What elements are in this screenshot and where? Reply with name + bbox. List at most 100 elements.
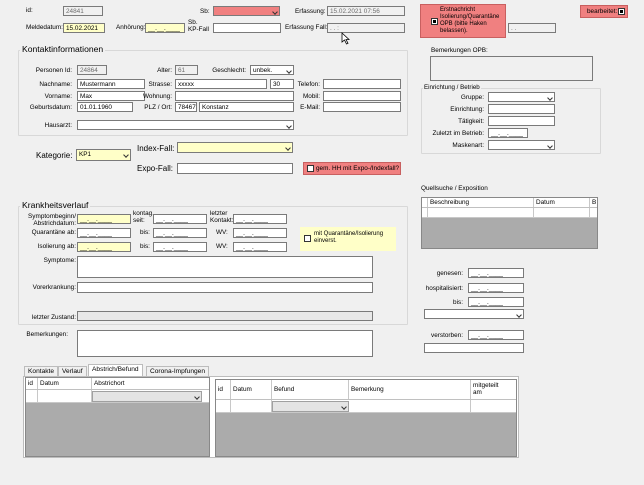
- column-header-datum[interactable]: Datum: [534, 198, 590, 207]
- letzter-zustand-field: [77, 311, 373, 321]
- mobil-field[interactable]: [323, 91, 401, 101]
- isolierung-bis-field[interactable]: __.__.____: [153, 242, 207, 252]
- quellsuche-header: Beschreibung Datum B: [422, 198, 597, 208]
- quarantaene-wv-field[interactable]: __.__.____: [233, 228, 287, 238]
- email-field[interactable]: [323, 102, 401, 112]
- genesen-field[interactable]: __.__.____: [468, 268, 524, 278]
- id-label: id:: [26, 7, 33, 14]
- kontaktinformationen-title: Kontaktinformationen: [20, 44, 106, 54]
- column-header-bemerkung[interactable]: Bemerkung: [349, 380, 471, 399]
- hospitalisiert-bis-field[interactable]: __.__.____: [468, 297, 524, 307]
- symptome-label: Symptome:: [43, 257, 76, 264]
- mit-quarantaene-checkbox[interactable]: [304, 235, 311, 242]
- isolierung-ab-field[interactable]: __.__.____: [77, 242, 131, 252]
- isolierung-bis-label: bis:: [140, 243, 150, 250]
- nachname-field[interactable]: Mustermann: [77, 79, 145, 89]
- symptombeginn-label: Symptombeginn/ Abstrichdatum:: [28, 213, 76, 227]
- erfassung-label: Erfassung:: [295, 8, 326, 15]
- isolierung-wv-field[interactable]: __.__.____: [233, 242, 287, 252]
- wohnung-field[interactable]: [175, 91, 294, 101]
- erstnachricht-checkbox[interactable]: [431, 18, 438, 25]
- bearbeitet-checkbox[interactable]: [618, 8, 625, 15]
- hospitalisiert-field[interactable]: __.__.____: [468, 283, 524, 293]
- index-fall-label: Index-Fall:: [137, 144, 175, 153]
- ort-field[interactable]: Konstanz: [199, 102, 294, 112]
- bemerkungen-opb-field[interactable]: [430, 56, 593, 81]
- sb-select[interactable]: [213, 6, 280, 16]
- verstorben-field[interactable]: __.__.____: [468, 330, 524, 340]
- index-fall-select[interactable]: [177, 142, 293, 153]
- geburtsdatum-field[interactable]: 01.01.1960: [77, 102, 133, 112]
- taetigkeit-field[interactable]: [488, 116, 555, 126]
- quarantaene-bis-field[interactable]: __.__.____: [153, 228, 207, 238]
- anhoerung-label: Anhörung:: [116, 24, 146, 31]
- abstrich-header: id Datum Abstrichort: [26, 378, 209, 390]
- krankheitsverlauf-title: Krankheitsverlauf: [20, 200, 91, 210]
- column-header-beschreibung[interactable]: Beschreibung: [428, 198, 534, 207]
- symptombeginn-field[interactable]: __.__.____: [77, 214, 131, 224]
- quarantaene-ab-field[interactable]: __.__.____: [77, 228, 131, 238]
- sb-kp-fall-field[interactable]: [213, 23, 281, 33]
- abstrich-table[interactable]: id Datum Abstrichort: [25, 377, 210, 457]
- sb-label: Sb:: [200, 8, 210, 15]
- befund-table[interactable]: id Datum Befund Bemerkung mitgeteilt am: [215, 379, 517, 457]
- table-row[interactable]: [216, 400, 516, 413]
- zuletzt-im-betrieb-label: Zuletzt im Betrieb:: [432, 130, 485, 137]
- bemerkungen-field[interactable]: [77, 330, 373, 357]
- zuletzt-im-betrieb-field[interactable]: __.__.____: [488, 128, 528, 138]
- table-row[interactable]: [422, 208, 597, 218]
- telefon-field[interactable]: [323, 79, 401, 89]
- table-row[interactable]: [26, 390, 209, 403]
- gem-hh-checkbox[interactable]: [307, 165, 314, 172]
- hausarzt-select[interactable]: [77, 120, 294, 130]
- column-header-id[interactable]: id: [216, 380, 231, 399]
- geburtsdatum-label: Geburtsdatum:: [29, 104, 72, 111]
- gem-hh-box: gem. HH mit Expo-/Indexfall?: [303, 162, 401, 175]
- meldedatum-field[interactable]: 15.02.2021: [63, 23, 105, 33]
- einrichtung-label: Einrichtung:: [450, 106, 484, 113]
- anhoerung-field[interactable]: __.__.____: [145, 23, 185, 33]
- quellsuche-table[interactable]: Beschreibung Datum B: [421, 197, 598, 249]
- column-header-befund[interactable]: Befund: [272, 380, 349, 399]
- erstnachricht-box: Erstnachricht Isolierung/Quarantäne OPB …: [420, 4, 506, 38]
- quellsuche-title: Quellsuche / Exposition: [421, 185, 488, 192]
- bemerkungen-opb-label: Bemerkungen OPB:: [431, 47, 488, 54]
- erfassung-fall-label: Erfassung Fall:: [285, 24, 328, 31]
- mobil-label: Mobil:: [302, 93, 320, 100]
- column-header-id[interactable]: id: [26, 378, 38, 389]
- vorerkrankung-field[interactable]: [77, 282, 373, 293]
- taetigkeit-label: Tätigkeit:: [458, 118, 484, 125]
- vorname-field[interactable]: Max: [77, 91, 145, 101]
- befund-header: id Datum Befund Bemerkung mitgeteilt am: [216, 380, 516, 400]
- hospitalisiert-label: hospitalisiert:: [425, 285, 463, 292]
- column-header-mitgeteilt-am[interactable]: mitgeteilt am: [471, 380, 516, 399]
- strasse-field[interactable]: xxxxx: [175, 79, 267, 89]
- geschlecht-select[interactable]: unbek.: [250, 65, 294, 75]
- kontagioes-field[interactable]: __.__.____: [153, 214, 207, 224]
- strasse-label: Strasse:: [148, 81, 172, 88]
- letzter-kontakt-field[interactable]: __.__.____: [233, 214, 287, 224]
- personen-id-label: Personen Id:: [35, 67, 72, 74]
- kategorie-select[interactable]: KP1: [76, 149, 131, 161]
- kontagioes-label: kontag. seit:: [133, 210, 154, 224]
- column-header-abstrichort[interactable]: Abstrichort: [92, 378, 209, 389]
- verstorben-info-field[interactable]: [424, 343, 524, 353]
- quarantaene-ab-label: Quarantäne ab:: [31, 229, 76, 236]
- maskenart-select[interactable]: [488, 140, 555, 150]
- symptome-field[interactable]: [77, 256, 373, 278]
- wohnung-label: Wohnung:: [142, 93, 172, 100]
- bearbeitet-box: bearbeitet:: [580, 5, 628, 18]
- telefon-label: Telefon:: [297, 81, 320, 88]
- column-header-b[interactable]: B: [590, 198, 597, 207]
- hospital-select[interactable]: [424, 309, 524, 319]
- email-label: E-Mail:: [300, 104, 320, 111]
- column-header-datum[interactable]: Datum: [38, 378, 92, 389]
- expo-fall-field[interactable]: [177, 163, 293, 174]
- plz-field[interactable]: 78467: [175, 102, 197, 112]
- einrichtung-field[interactable]: [488, 104, 555, 114]
- gruppe-select[interactable]: [488, 92, 555, 102]
- letzter-kontakt-label: letzter Kontakt:: [210, 210, 234, 224]
- befund-select[interactable]: [272, 401, 349, 412]
- column-header-datum[interactable]: Datum: [231, 380, 272, 399]
- abstrichort-select[interactable]: [92, 391, 202, 402]
